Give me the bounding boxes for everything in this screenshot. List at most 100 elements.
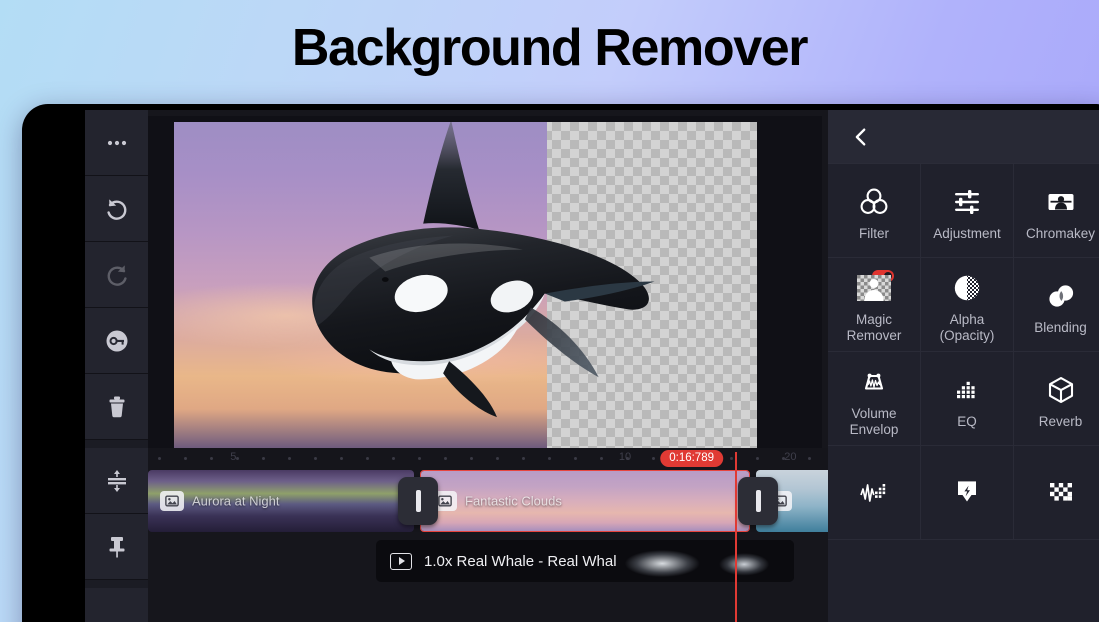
ruler-tick [652,457,655,460]
key-icon [106,330,127,351]
ruler-tick [730,457,733,460]
ruler-tick [392,457,395,460]
tool-alpha-opacity[interactable]: Alpha (Opacity) [921,258,1014,352]
device-frame: 5 10 20 Aurora at Night Fantastic Clouds [22,104,1099,622]
keyframe-button[interactable] [85,308,148,374]
tool-options-panel: Filter Adjustment Chromakey Magic Remove… [828,110,1099,622]
clip-label: Fantastic Clouds [465,493,562,509]
tool-label: Magic Remover [846,312,902,343]
audio-clip-thumbnails [616,540,794,582]
trash-icon [109,396,124,417]
tool-label: Alpha (Opacity) [939,312,995,343]
pin-icon [109,536,124,557]
tool-label: Adjustment [933,226,1001,242]
timeline-clip-selected[interactable]: Fantastic Clouds [420,470,750,532]
mosaic-icon [1044,473,1078,511]
tool-mosaic[interactable] [1014,446,1099,540]
volume-envelope-icon [857,363,891,401]
audio-clip-label: 1.0x Real Whale - Real Whale 04 [424,552,646,570]
ellipsis-icon [107,140,126,145]
clip-thumbnail [148,470,414,532]
rail-divider [85,440,148,448]
tool-label: EQ [957,414,977,430]
app-screen: 5 10 20 Aurora at Night Fantastic Clouds [85,110,1099,622]
tool-volume-envelope[interactable]: Volume Envelop [828,352,921,446]
alpha-opacity-icon [950,269,984,307]
tool-magic-remover[interactable]: Magic Remover [828,258,921,352]
playhead-time-badge: 0:16:789 [660,450,723,467]
equalizer-icon [950,371,984,409]
rail-extra-button[interactable] [85,588,148,622]
tool-label: Reverb [1038,414,1083,430]
transition-handle[interactable] [738,477,778,525]
ruler-tick [496,457,499,460]
ruler-tick [548,457,551,460]
extract-audio-icon [950,473,984,511]
tool-adjustment[interactable]: Adjustment [921,164,1014,258]
ruler-tick [288,457,291,460]
ruler-tick [418,457,421,460]
tool-label: Volume Envelop [849,406,899,437]
ruler-tick [340,457,343,460]
ruler-tick [158,457,161,460]
ruler-tick [366,457,369,460]
redo-icon [102,264,132,290]
ruler-tick [574,457,577,460]
audio-track-clip[interactable]: 1.0x Real Whale - Real Whale 04 [376,540,794,582]
clip-label: Aurora at Night [192,493,280,509]
more-options-button[interactable] [85,110,148,176]
ruler-tick [184,457,187,460]
sliders-icon [950,183,984,221]
tool-label: Blending [1034,320,1087,336]
tool-chromakey[interactable]: Chromakey [1014,164,1099,258]
playhead[interactable] [735,452,737,622]
ruler-label: 20 [784,451,797,463]
chromakey-icon [1044,183,1078,221]
filter-circles-icon [857,183,891,221]
magic-remover-icon [857,269,891,307]
undo-icon [102,198,132,224]
transition-handle[interactable] [398,477,438,525]
video-clip-icon [390,552,412,570]
tool-filter[interactable]: Filter [828,164,921,258]
chevron-left-icon [855,127,866,146]
redo-button[interactable] [85,242,148,308]
timeline-clip[interactable]: Aurora at Night [148,470,414,532]
ruler-tick [600,457,603,460]
back-button[interactable] [844,120,878,154]
undo-button[interactable] [85,176,148,242]
preview-area [148,116,822,448]
rail-divider-2 [85,580,148,588]
expand-tracks-button[interactable] [85,448,148,514]
reverb-cube-icon [1044,371,1078,409]
tool-label: Filter [859,226,889,242]
ruler-tick [470,457,473,460]
tool-voice-changer[interactable] [828,446,921,540]
expand-rows-icon [107,469,126,492]
pin-button[interactable] [85,514,148,580]
ruler-tick [210,457,213,460]
ruler-tick [756,457,759,460]
ruler-tick [444,457,447,460]
tool-blending[interactable]: Blending [1014,258,1099,352]
ruler-tick [262,457,265,460]
panel-header [828,110,1099,164]
tool-label: Chromakey [1025,226,1096,242]
delete-button[interactable] [85,374,148,440]
voice-changer-icon [857,473,891,511]
ruler-label: 10 [618,451,632,463]
ruler-tick [522,457,525,460]
left-toolbar [85,110,148,622]
ruler-label: 5 [230,451,237,463]
ruler-tick [314,457,317,460]
image-icon [160,491,184,511]
tool-eq[interactable]: EQ [921,352,1014,446]
preview-background-image [174,122,548,448]
page-title: Background Remover [291,19,809,77]
preview-canvas[interactable] [174,122,757,448]
tool-grid: Filter Adjustment Chromakey Magic Remove… [828,164,1099,540]
transition-bar-icon [415,490,421,512]
tool-extract-audio[interactable] [921,446,1014,540]
transition-bar-icon [755,490,761,512]
tool-reverb[interactable]: Reverb [1014,352,1099,446]
